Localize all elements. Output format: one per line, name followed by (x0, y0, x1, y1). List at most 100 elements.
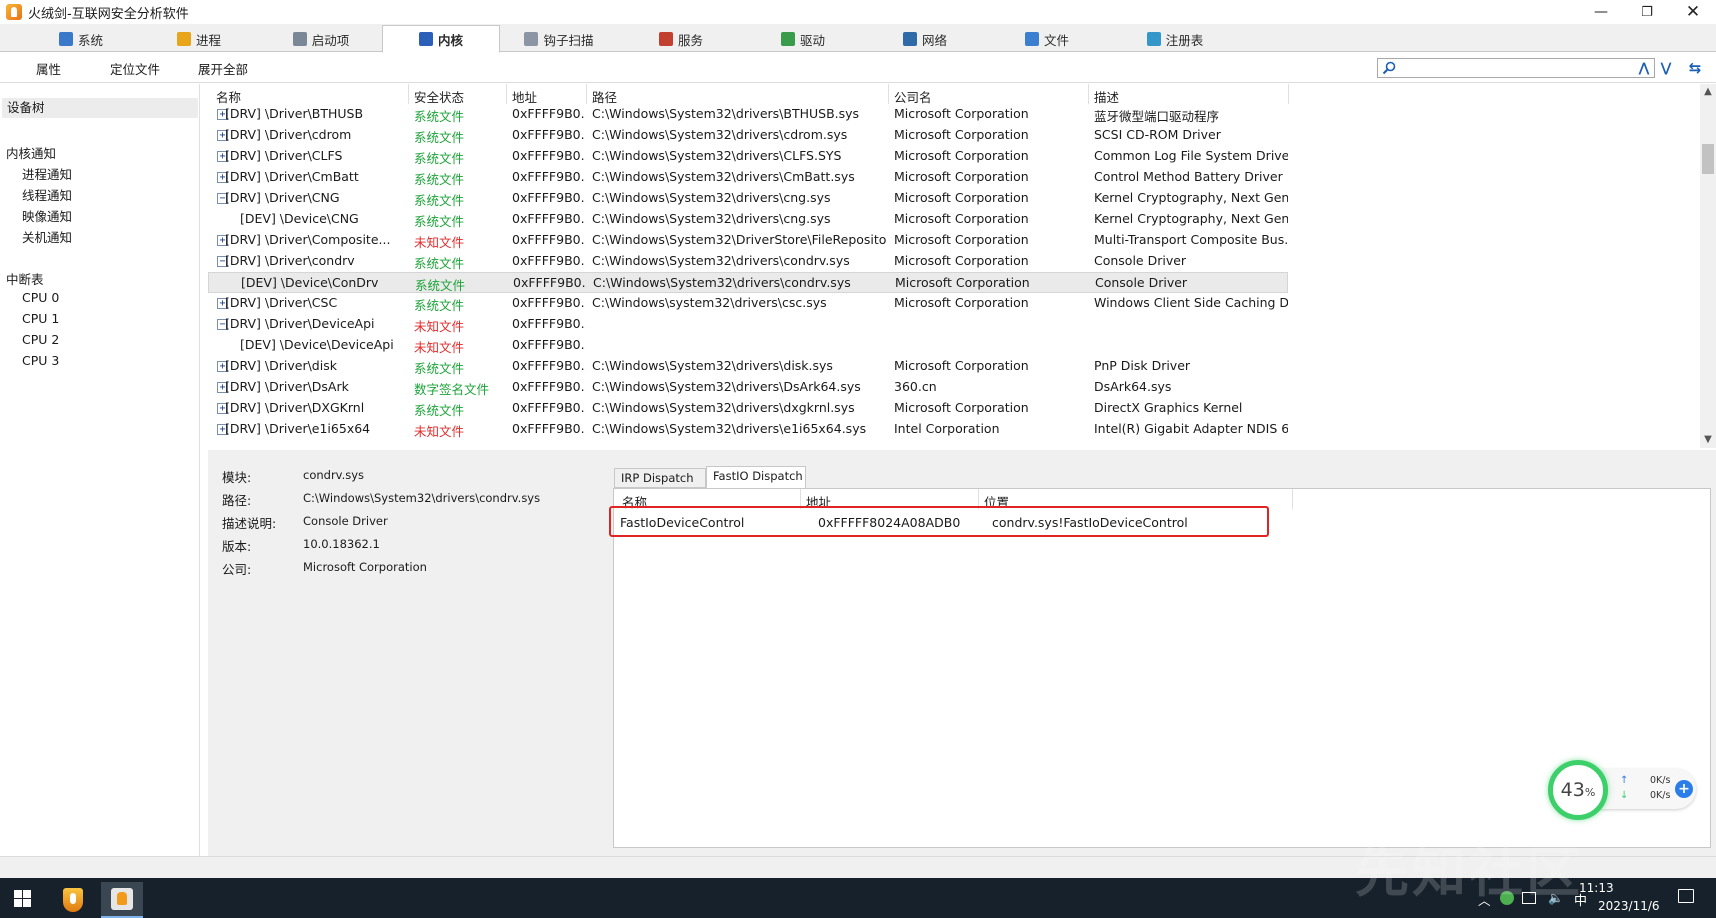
search-next-button[interactable]: ⋁ (1657, 58, 1675, 78)
row-description: SCSI CD-ROM Driver (1094, 127, 1221, 142)
refresh-icon[interactable]: ⇆ (1686, 59, 1704, 77)
column-divider[interactable] (1288, 84, 1289, 104)
column-divider[interactable] (1292, 489, 1293, 509)
download-arrow-icon: ↓ (1620, 790, 1629, 801)
table-row[interactable]: − [DRV] \Driver\DeviceApi 未知文件 0xFFFF9B0... (208, 314, 1288, 335)
row-company: Microsoft Corporation (894, 211, 1029, 226)
scroll-down-arrow-icon[interactable]: ▼ (1700, 432, 1716, 448)
tab-hook-scan[interactable]: 钩子扫描 (500, 26, 618, 52)
network-icon (902, 32, 917, 46)
table-row[interactable]: + [DRV] \Driver\CLFS 系统文件 0xFFFF9B0... C:\Wi… (208, 146, 1288, 167)
clock-time[interactable]: 11:13 (1579, 881, 1614, 895)
nav-cpu-2[interactable]: CPU 2 (22, 332, 59, 347)
close-button[interactable]: ✕ (1670, 0, 1716, 24)
table-row[interactable]: [DEV] \Device\ConDrv 系统文件 0xFFFF9B0... C:\W… (208, 272, 1288, 293)
nav-kernel-notify[interactable]: 内核通知 (6, 143, 56, 162)
row-company: Microsoft Corporation (894, 400, 1029, 415)
row-address: 0xFFFF9B0... (512, 358, 586, 373)
table-row[interactable]: + [DRV] \Driver\CmBatt 系统文件 0xFFFF9B0... C:\… (208, 167, 1288, 188)
tab-network[interactable]: 网络 (866, 26, 984, 52)
tab-startup[interactable]: 启动项 (262, 26, 380, 52)
table-row[interactable]: + [DRV] \Driver\cdrom 系统文件 0xFFFF9B0... C:\W… (208, 125, 1288, 146)
nav-shutdown-notify[interactable]: 关机通知 (22, 227, 72, 246)
nav-thread-notify[interactable]: 线程通知 (22, 185, 72, 204)
row-address: 0xFFFF9B0... (513, 275, 587, 290)
taskbar-app-huorong[interactable] (52, 882, 94, 918)
table-row[interactable]: [DEV] \Device\DeviceApi 未知文件 0xFFFF9B0... (208, 335, 1288, 356)
windows-start-icon[interactable] (14, 890, 31, 907)
search-input[interactable] (1377, 58, 1655, 78)
detail-label-path: 路径: (222, 493, 252, 508)
search-prev-button[interactable]: ⋀ (1635, 58, 1653, 78)
properties-button[interactable]: 属性 (36, 59, 61, 78)
row-company: Microsoft Corporation (894, 295, 1029, 310)
column-divider[interactable] (1088, 84, 1089, 104)
row-description: DirectX Graphics Kernel (1094, 400, 1243, 415)
table-row[interactable]: + [DRV] \Driver\BTHUSB 系统文件 0xFFFF9B0... C:\… (208, 104, 1288, 125)
locate-file-button[interactable]: 定位文件 (110, 59, 160, 78)
nav-process-notify[interactable]: 进程通知 (22, 164, 72, 183)
scroll-up-arrow-icon[interactable]: ▲ (1700, 84, 1716, 100)
notification-icon[interactable] (1678, 889, 1694, 903)
row-name: [DRV] \Driver\DsArk (225, 379, 349, 394)
row-status: 系统文件 (414, 298, 465, 313)
row-status: 未知文件 (414, 340, 465, 355)
startup-icon (292, 32, 307, 46)
row-path: C:\Windows\System32\drivers\DsArk64.sys (592, 379, 861, 394)
minimize-button[interactable]: — (1578, 0, 1624, 24)
scroll-thumb[interactable] (1702, 144, 1714, 174)
tab-services[interactable]: 服务 (622, 26, 740, 52)
table-row[interactable]: [DEV] \Device\CNG 系统文件 0xFFFF9B0... C:\Wind… (208, 209, 1288, 230)
row-company: 360.cn (894, 379, 937, 394)
row-status: 系统文件 (414, 193, 465, 208)
table-row[interactable]: + [DRV] \Driver\e1i65x64 未知文件 0xFFFF9B0... C… (208, 419, 1288, 440)
row-company: Microsoft Corporation (894, 190, 1029, 205)
memory-gauge[interactable]: 43% (1548, 760, 1608, 820)
row-company: Microsoft Corporation (894, 127, 1029, 142)
table-row[interactable]: + [DRV] \Driver\CSC 系统文件 0xFFFF9B0... C:\Win… (208, 293, 1288, 314)
row-company: Intel Corporation (894, 421, 1000, 436)
network-speed-widget[interactable]: ↑ 0K/s ↓ 0K/s + 43% (1548, 760, 1696, 820)
expand-all-button[interactable]: 展开全部 (198, 59, 248, 78)
nav-device-tree[interactable]: 设备树 (2, 98, 198, 118)
detail-area: 模块: condrv.sys 路径: C:\Windows\System32\d… (208, 450, 1716, 856)
nav-cpu-0[interactable]: CPU 0 (22, 290, 59, 305)
clock-date[interactable]: 2023/11/6 (1598, 899, 1660, 913)
tab-process[interactable]: 进程 (140, 26, 258, 52)
plus-icon[interactable]: + (1675, 780, 1693, 798)
tab-system[interactable]: 系统 (22, 26, 140, 52)
taskbar-app-huorongjian[interactable] (101, 882, 143, 918)
row-name: [DRV] \Driver\cdrom (225, 127, 352, 142)
column-divider[interactable] (586, 84, 587, 104)
detail-label-company: 公司: (222, 562, 252, 577)
table-row[interactable]: − [DRV] \Driver\condrv 系统文件 0xFFFF9B0... C:\… (208, 251, 1288, 272)
table-row[interactable]: + [DRV] \Driver\disk 系统文件 0xFFFF9B0... C:\Wi… (208, 356, 1288, 377)
tab-drivers[interactable]: 驱动 (744, 26, 862, 52)
table-row[interactable]: + [DRV] \Driver\DXGKrnl 系统文件 0xFFFF9B0... C:… (208, 398, 1288, 419)
nav-interrupt-table[interactable]: 中断表 (6, 269, 44, 288)
maximize-button[interactable]: ❐ (1624, 0, 1670, 24)
table-scrollbar[interactable]: ▲ ▼ (1700, 84, 1716, 448)
row-name: [DRV] \Driver\condrv (225, 253, 355, 268)
row-status: 未知文件 (414, 424, 465, 439)
column-divider[interactable] (888, 84, 889, 104)
tab-kernel[interactable]: 内核 (382, 25, 500, 53)
tab-files[interactable]: 文件 (988, 26, 1106, 52)
tab-irp-dispatch[interactable]: IRP Dispatch (614, 468, 706, 488)
row-address: 0xFFFF9B0... (512, 316, 586, 331)
column-divider[interactable] (506, 84, 507, 104)
tab-registry[interactable]: 注册表 (1116, 26, 1234, 52)
nav-cpu-3[interactable]: CPU 3 (22, 353, 59, 368)
table-row[interactable]: + [DRV] \Driver\DsArk 数字签名文件 0xFFFF9B0... C:… (208, 377, 1288, 398)
row-description: Kernel Cryptography, Next Gen... (1094, 211, 1288, 226)
row-path: C:\Windows\System32\drivers\condrv.sys (592, 253, 850, 268)
row-description: Multi-Transport Composite Bus... (1094, 232, 1288, 247)
row-company: Microsoft Corporation (894, 106, 1029, 121)
nav-cpu-1[interactable]: CPU 1 (22, 311, 59, 326)
tab-fastio-dispatch[interactable]: FastIO Dispatch (706, 466, 806, 489)
table-row[interactable]: − [DRV] \Driver\CNG 系统文件 0xFFFF9B0... C:\Win… (208, 188, 1288, 209)
file-icon (1024, 32, 1039, 46)
column-divider[interactable] (408, 84, 409, 104)
table-row[interactable]: + [DRV] \Driver\Composite... 未知文件 0xFFFF9B0… (208, 230, 1288, 251)
nav-image-notify[interactable]: 映像通知 (22, 206, 72, 225)
